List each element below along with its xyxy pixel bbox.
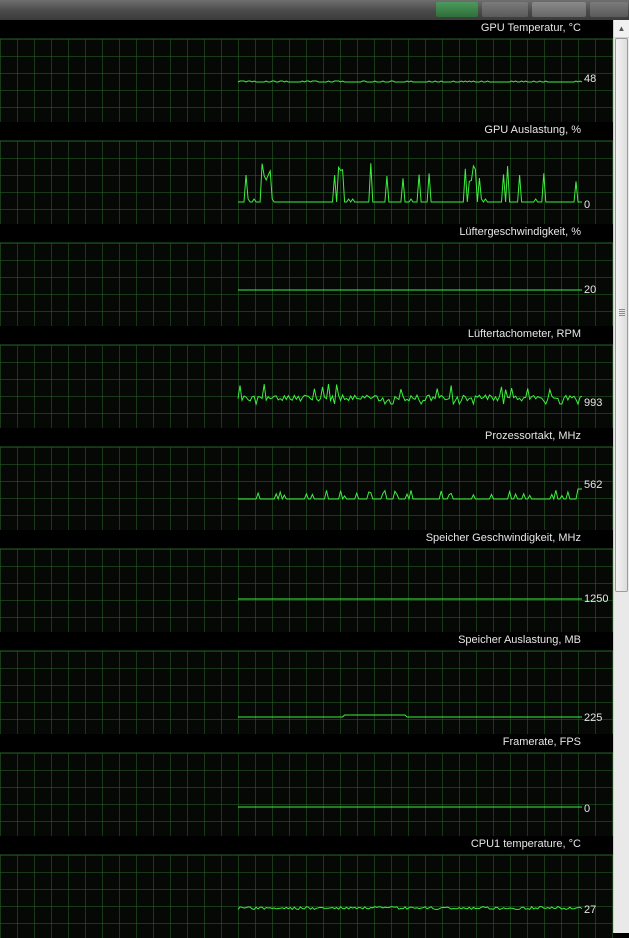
graph-current-value: 993 (584, 397, 603, 409)
graph-panel-fan-speed: Lüftergeschwindigkeit, % 20 (0, 224, 613, 326)
graph-trace-line (238, 488, 582, 501)
graph-plot (238, 289, 582, 291)
graph-current-value: 225 (584, 712, 603, 724)
graph-plot (237, 905, 583, 911)
graph-panel-memory-usage: Speicher Auslastung, MB 225 (0, 632, 613, 734)
graph-panel-core-clock: Prozessortakt, MHz 562 (0, 428, 613, 530)
scrollbar-thumb[interactable] (615, 38, 628, 592)
graph-list: GPU Temperatur, °C 48 GPU Auslastung, % 0 Lü… (0, 20, 613, 938)
graph-panel-fan-tachometer: Lüftertachometer, RPM 993 (0, 326, 613, 428)
toolbar-tab[interactable] (482, 2, 528, 17)
scrollbar-grip-icon (619, 309, 625, 317)
graph-current-value: 0 (584, 199, 591, 211)
graph-current-value: 0 (584, 803, 591, 815)
graph-panel-cpu1-temperature: CPU1 temperature, °C 27 (0, 836, 613, 938)
graph-plot (238, 163, 582, 203)
toolbar-tab[interactable] (590, 2, 628, 17)
graph-trace-line (237, 905, 583, 911)
graph-trace-line (237, 383, 583, 406)
top-toolbar (0, 0, 629, 20)
graph-panel-memory-clock: Speicher Geschwindigkeit, MHz 1250 (0, 530, 613, 632)
graph-plot (238, 806, 582, 808)
toolbar-tab-active[interactable] (436, 2, 478, 17)
graph-current-value: 27 (584, 904, 597, 916)
graph-panel-gpu-temperature: GPU Temperatur, °C 48 (0, 20, 613, 122)
graph-plot (237, 80, 583, 83)
scroll-up-arrow-icon[interactable]: ▲ (614, 20, 629, 38)
graph-current-value: 562 (584, 479, 603, 491)
graph-plot (238, 598, 582, 600)
graph-trace-line (237, 80, 583, 83)
graph-plot (237, 383, 583, 406)
graph-trace-line (238, 163, 582, 203)
graph-panel-framerate: Framerate, FPS 0 (0, 734, 613, 836)
graph-plot (238, 714, 582, 718)
graph-current-value: 20 (584, 284, 597, 296)
graph-panel-gpu-load: GPU Auslastung, % 0 (0, 122, 613, 224)
toolbar-tab[interactable] (532, 2, 586, 17)
graph-current-value: 48 (584, 73, 597, 85)
vertical-scrollbar[interactable]: ▲ (613, 20, 629, 933)
graph-current-value: 1250 (584, 593, 609, 605)
graph-plot (238, 488, 582, 501)
graph-trace-line (238, 714, 582, 718)
